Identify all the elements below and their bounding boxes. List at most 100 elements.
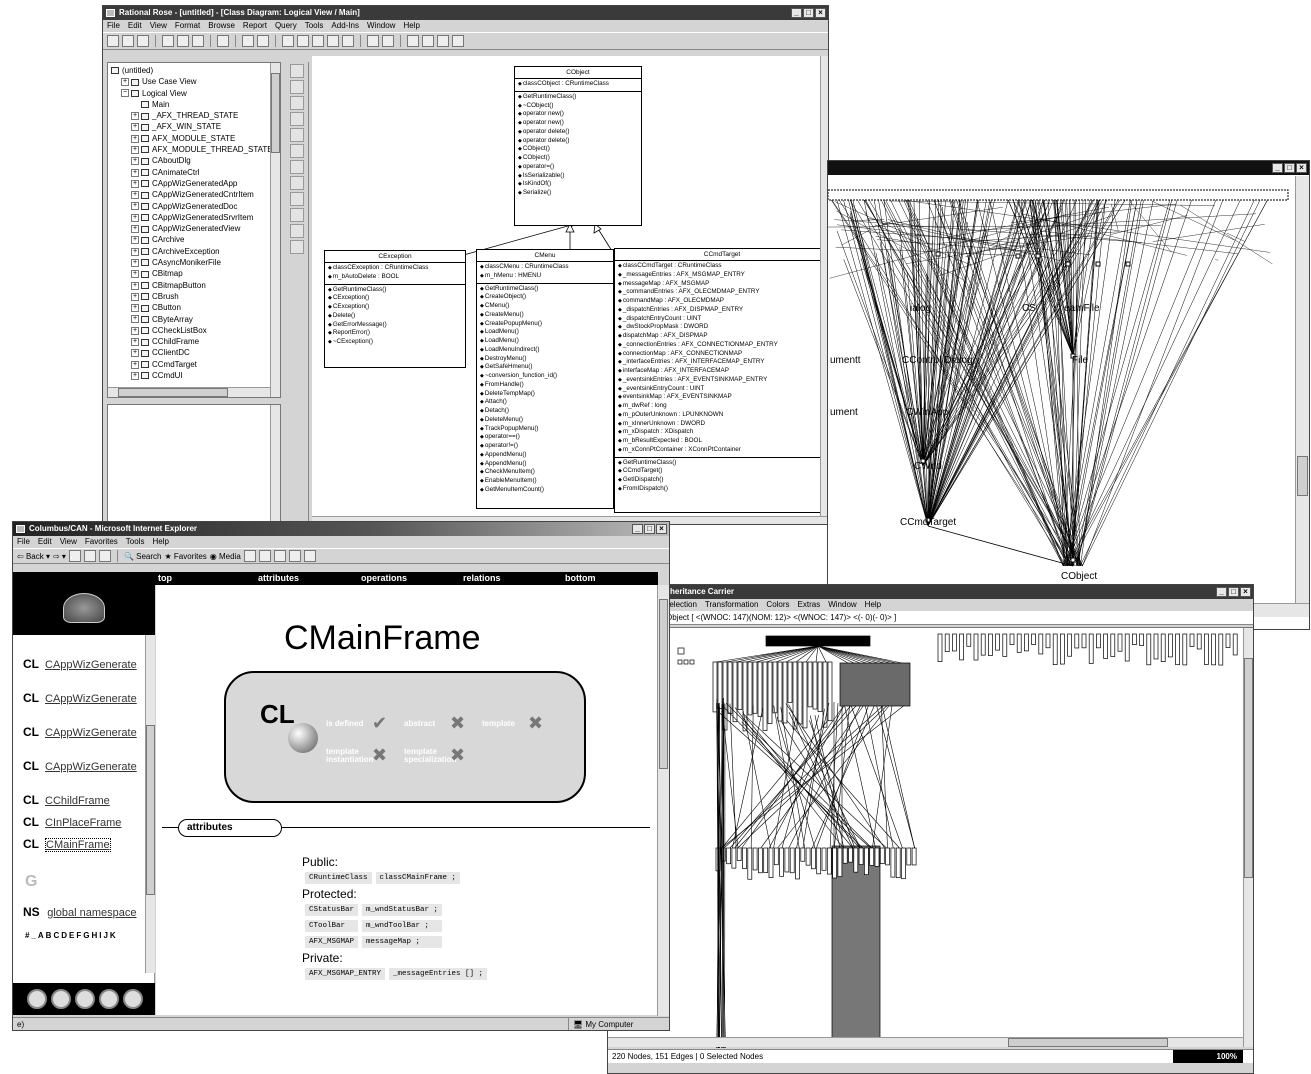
class-link-row[interactable]: CL CAppWizGenerate (23, 759, 154, 793)
operation[interactable]: ReportError() (328, 329, 462, 338)
leaf-node[interactable] (736, 847, 742, 861)
leaf-node[interactable] (1038, 633, 1044, 655)
expand-icon[interactable]: + (131, 123, 139, 132)
expand-icon[interactable]: + (131, 247, 139, 256)
nav-tab-attributes[interactable]: attributes (258, 572, 299, 585)
class-tool-icon[interactable] (290, 128, 304, 142)
maximize-button[interactable]: □ (1284, 163, 1295, 173)
edit-icon[interactable] (288, 550, 301, 562)
graph-node[interactable] (1070, 557, 1076, 563)
attribute[interactable]: classCCmdTarget : CRuntimeClass (618, 262, 826, 271)
tree-item[interactable]: + CCheckListBox (111, 325, 280, 336)
attribute[interactable]: m_xDispatch : XDispatch (618, 428, 826, 437)
tree-item[interactable]: + CClientDC (111, 347, 280, 358)
open-icon[interactable] (122, 35, 134, 47)
leaf-node[interactable] (742, 847, 747, 869)
rose-titlebar[interactable]: Rational Rose - [untitled] - [Class Diag… (103, 6, 828, 20)
leaf-node[interactable] (901, 847, 906, 880)
minimize-button[interactable]: _ (791, 8, 802, 18)
leaf-node[interactable] (906, 847, 912, 866)
leaf-node[interactable] (1067, 633, 1072, 657)
leaf-node[interactable] (772, 661, 778, 714)
attribute[interactable]: m_pOuterUnknown : LPUNKNOWN (618, 411, 826, 420)
discuss-icon[interactable] (303, 550, 316, 562)
leaf-node[interactable] (952, 633, 957, 652)
search-button[interactable]: 🔍 Search (124, 552, 162, 561)
tree-item[interactable]: + CAppWizGeneratedSrvrItem (111, 212, 280, 223)
leaf-node[interactable] (1096, 633, 1101, 649)
menu-item-addins[interactable]: Add-Ins (331, 21, 359, 30)
attribute[interactable]: _interfaceEntries : AFX_INTERFACEMAP_ENT… (618, 358, 826, 367)
menu-item-window[interactable]: Window (367, 21, 395, 30)
operation[interactable]: IsSerializable() (518, 172, 638, 181)
leaf-node[interactable] (807, 661, 813, 708)
menu-item-view[interactable]: View (60, 537, 77, 546)
ie-main-vscroll[interactable] (657, 585, 669, 1016)
leaf-node[interactable] (1189, 633, 1195, 647)
leaf-node[interactable] (1225, 633, 1231, 648)
minimize-button[interactable]: _ (1272, 163, 1283, 173)
print-icon[interactable] (273, 550, 286, 562)
leaf-node[interactable] (827, 661, 833, 722)
operation[interactable]: FromHandle() (480, 381, 610, 390)
operation[interactable]: CMenu() (480, 302, 610, 311)
expand-icon[interactable]: + (131, 157, 139, 166)
operation[interactable]: GetRuntimeClass() (518, 93, 638, 102)
operation[interactable]: operator delete() (518, 128, 638, 137)
leaf-node[interactable] (1168, 633, 1173, 658)
operation[interactable]: Serialize() (518, 189, 638, 198)
mail-icon[interactable] (258, 550, 271, 562)
menu-item-tools[interactable]: Tools (305, 21, 324, 30)
menu-item-edit[interactable]: Edit (38, 537, 52, 546)
leaf-node[interactable] (767, 661, 773, 724)
operation[interactable]: GetMenuItemCount() (480, 486, 610, 495)
class-link[interactable]: CAppWizGenerate (45, 693, 137, 705)
class-link[interactable]: CAppWizGenerate (45, 727, 137, 739)
tree-item[interactable]: + CCmdUI (111, 370, 280, 381)
expand-icon[interactable]: + (131, 225, 139, 234)
leaf-node[interactable] (784, 847, 790, 873)
tree-item[interactable]: + CBrush (111, 291, 280, 302)
inheritance-graph[interactable] (828, 176, 1296, 616)
leaf-node[interactable] (732, 661, 738, 723)
attribute[interactable]: messageMap : AFX_MSGMAP (618, 280, 826, 289)
attribute-type[interactable]: CStatusBar (304, 903, 360, 917)
graph-node[interactable] (1035, 253, 1041, 259)
expand-icon[interactable]: + (131, 326, 139, 335)
leaf-node[interactable] (1002, 633, 1008, 657)
leaf-node[interactable] (1016, 633, 1022, 653)
expand-icon[interactable]: + (131, 371, 139, 380)
leaf-node[interactable] (995, 633, 1000, 651)
leaf-node[interactable] (787, 661, 793, 703)
attribute[interactable]: classCException : CRuntimeClass (328, 264, 462, 273)
tree-item[interactable]: + CChildFrame (111, 336, 280, 347)
realize-tool-icon[interactable] (290, 224, 304, 238)
attribute[interactable]: m_xInnerUnknown : DWORD (618, 420, 826, 429)
attribute[interactable]: interfaceMap : AFX_INTERFACEMAP (618, 367, 826, 376)
operation[interactable]: AppendMenu() (480, 460, 610, 469)
leaf-node[interactable] (822, 661, 828, 728)
menu-item-view[interactable]: View (150, 21, 167, 30)
class-box-ccmdtarget[interactable]: CCmdTargetclassCCmdTarget : CRuntimeClas… (614, 248, 828, 513)
leaf-node[interactable] (890, 847, 896, 878)
close-button[interactable]: × (1296, 163, 1307, 173)
class-box-cmenu[interactable]: CMenuclassCMenu : CRuntimeClassm_hMenu :… (476, 249, 614, 509)
operation[interactable]: LoadMenu() (480, 328, 610, 337)
attribute[interactable]: classCMenu : CRuntimeClass (480, 263, 610, 272)
select-tool-icon[interactable] (290, 64, 304, 78)
leaf-node[interactable] (768, 847, 774, 879)
leaf-node[interactable] (1153, 633, 1159, 660)
leaf-node[interactable] (1218, 633, 1224, 666)
az-round-icon[interactable] (51, 989, 71, 1009)
new-icon[interactable] (107, 35, 119, 47)
operation[interactable]: CreateObject() (480, 293, 610, 302)
tree-item[interactable]: − Logical View (111, 88, 280, 99)
attribute[interactable]: _messageEntries : AFX_MSGMAP_ENTRY (618, 271, 826, 280)
generalization-tool-icon[interactable] (290, 208, 304, 222)
leaf-node[interactable] (826, 847, 832, 875)
expand-icon[interactable]: + (131, 202, 139, 211)
nav-tab-bottom[interactable]: bottom (565, 572, 596, 585)
operation[interactable]: GetSafeHmenu() (480, 363, 610, 372)
operation[interactable]: GetErrorMessage() (328, 321, 462, 330)
help-icon[interactable] (242, 35, 254, 47)
